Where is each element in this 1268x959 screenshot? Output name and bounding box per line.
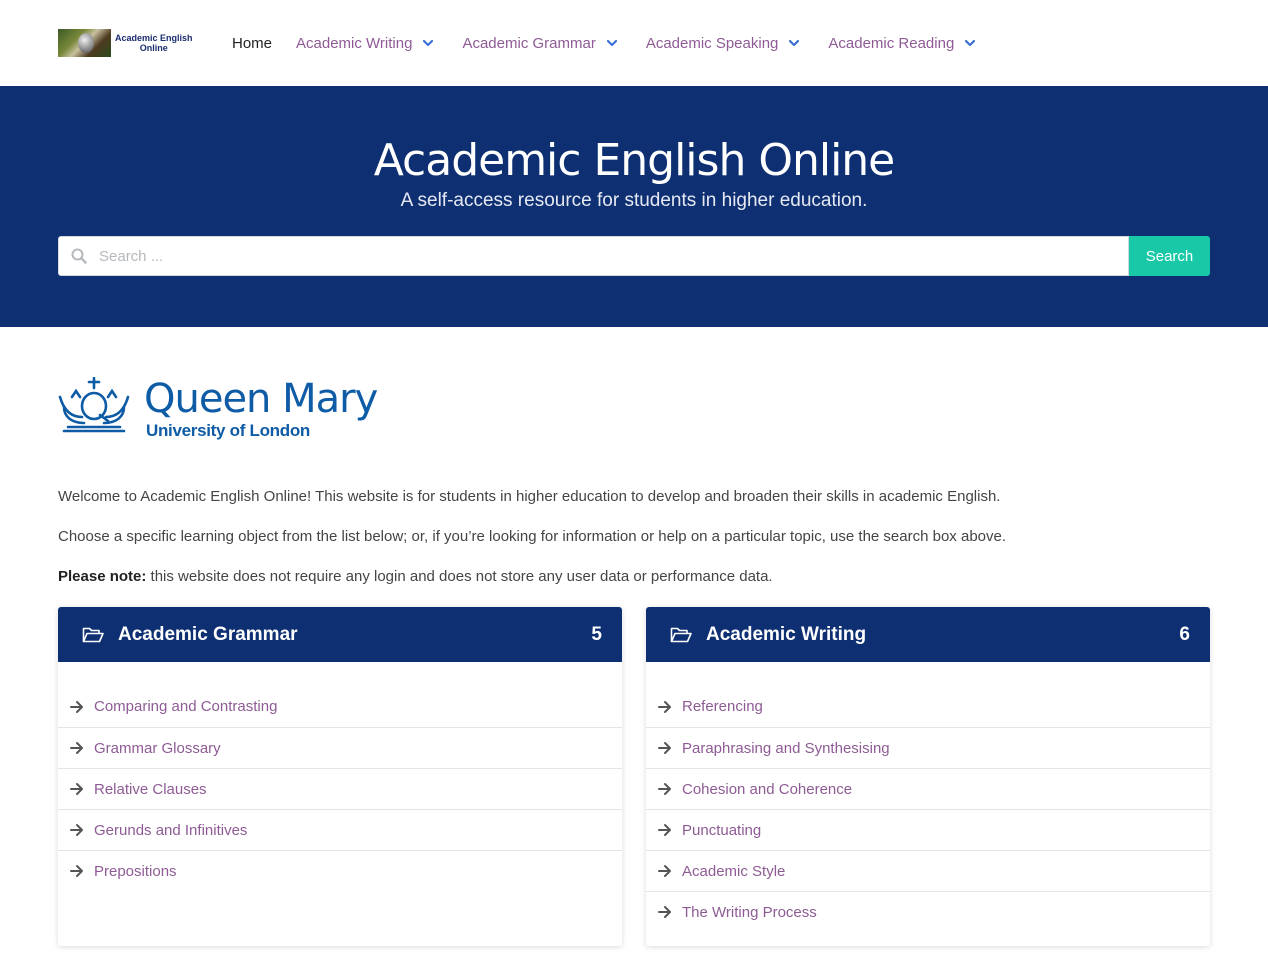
nav-academic-reading[interactable]: Academic Reading <box>828 35 976 52</box>
article-link[interactable]: Referencing <box>646 686 1210 727</box>
category-cards: Academic Grammar 5 Comparing and Contras… <box>58 607 1210 946</box>
category-count: 6 <box>1179 623 1190 645</box>
category-article-list: Comparing and Contrasting Grammar Glossa… <box>58 662 622 905</box>
arrow-right-icon <box>70 783 83 795</box>
arrow-right-icon <box>70 742 83 754</box>
arrow-right-icon <box>658 865 671 877</box>
site-logo[interactable]: Academic English Online <box>58 29 204 57</box>
article-link[interactable]: Cohesion and Coherence <box>646 768 1210 809</box>
logo-image <box>58 29 111 57</box>
arrow-right-icon <box>70 824 83 836</box>
category-header[interactable]: Academic Writing 6 <box>646 607 1210 662</box>
nav-academic-speaking[interactable]: Academic Speaking <box>646 35 801 52</box>
article-link[interactable]: Academic Style <box>646 850 1210 891</box>
chevron-down-icon <box>789 39 800 47</box>
search-field-wrapper <box>58 236 1129 276</box>
arrow-right-icon <box>658 742 671 754</box>
logo-text: Academic English Online <box>115 33 193 53</box>
article-link[interactable]: Prepositions <box>58 850 622 891</box>
category-article-list: Referencing Paraphrasing and Synthesisin… <box>646 662 1210 946</box>
arrow-right-icon <box>658 906 671 918</box>
intro-paragraph-note: Please note: this website does not requi… <box>58 567 1210 587</box>
category-count: 5 <box>591 623 602 645</box>
search-icon <box>71 248 87 264</box>
article-link[interactable]: Relative Clauses <box>58 768 622 809</box>
article-link[interactable]: Comparing and Contrasting <box>58 686 622 727</box>
main-nav: Home Academic Writing Academic Grammar A… <box>232 35 1004 52</box>
arrow-right-icon <box>658 700 671 713</box>
search-input[interactable] <box>99 247 1104 265</box>
note-text: this website does not require any login … <box>146 568 773 585</box>
note-label: Please note: <box>58 568 147 585</box>
crown-crest-icon <box>58 377 130 433</box>
folder-open-icon <box>670 627 692 642</box>
queen-mary-logo: Queen Mary University of London <box>58 377 1210 459</box>
category-title: Academic Writing <box>706 623 867 645</box>
search-bar: Search <box>58 236 1210 276</box>
arrow-right-icon <box>70 865 83 877</box>
qm-wordmark: Queen Mary University of London <box>144 376 378 440</box>
nav-academic-writing[interactable]: Academic Writing <box>296 35 434 52</box>
nav-home[interactable]: Home <box>232 35 272 52</box>
intro-paragraph-welcome: Welcome to Academic English Online! This… <box>58 488 1001 505</box>
arrow-right-icon <box>70 700 83 713</box>
intro-text: Welcome to Academic English Online! This… <box>58 487 1210 587</box>
article-link[interactable]: Gerunds and Infinitives <box>58 809 622 850</box>
top-header: Academic English Online Home Academic Wr… <box>0 0 1268 86</box>
site-subtitle: A self-access resource for students in h… <box>400 190 868 211</box>
article-link[interactable]: Punctuating <box>646 809 1210 850</box>
folder-open-icon <box>82 627 104 642</box>
search-button[interactable]: Search <box>1129 236 1210 276</box>
site-title: Academic English Online <box>373 135 896 186</box>
article-link[interactable]: The Writing Process <box>646 891 1210 932</box>
nav-academic-grammar[interactable]: Academic Grammar <box>462 35 617 52</box>
category-header[interactable]: Academic Grammar 5 <box>58 607 622 662</box>
article-link[interactable]: Paraphrasing and Synthesising <box>646 727 1210 768</box>
chevron-down-icon <box>965 39 976 47</box>
category-card-academic-grammar: Academic Grammar 5 Comparing and Contras… <box>58 607 622 946</box>
hero-banner: Academic English Online A self-access re… <box>0 86 1268 327</box>
article-link[interactable]: Grammar Glossary <box>58 727 622 768</box>
category-title: Academic Grammar <box>118 623 298 645</box>
arrow-right-icon <box>658 824 671 836</box>
chevron-down-icon <box>423 39 434 47</box>
intro-paragraph-choose: Choose a specific learning object from t… <box>58 528 1007 545</box>
category-card-academic-writing: Academic Writing 6 Referencing Paraphras… <box>646 607 1210 946</box>
arrow-right-icon <box>658 783 671 795</box>
main-content: Queen Mary University of London Welcome … <box>0 327 1268 946</box>
chevron-down-icon <box>606 39 617 47</box>
